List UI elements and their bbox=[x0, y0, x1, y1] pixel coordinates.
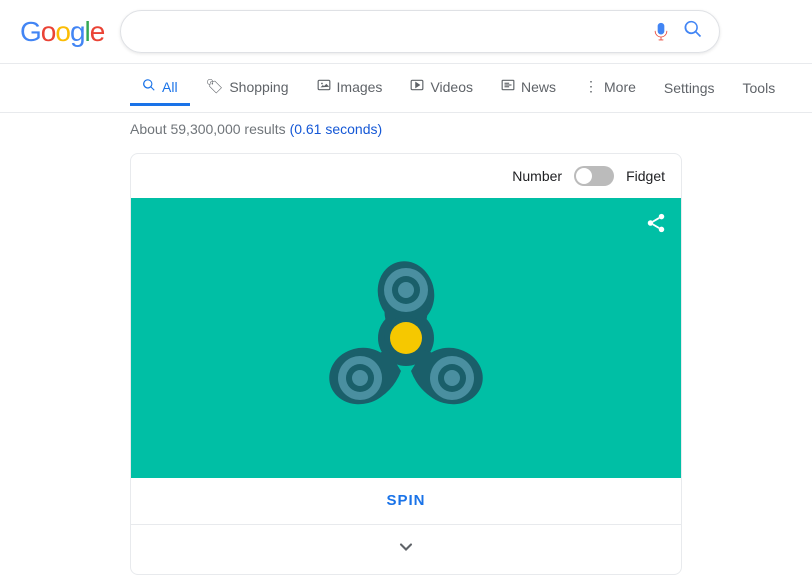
logo-o1: o bbox=[41, 16, 56, 48]
spinner-card: Number Fidget bbox=[130, 153, 682, 575]
search-icons bbox=[651, 19, 703, 44]
tab-shopping-label: Shopping bbox=[229, 79, 288, 95]
results-count: About 59,300,000 results bbox=[130, 121, 286, 137]
google-logo[interactable]: Google bbox=[20, 16, 104, 48]
header: Google Fidget Spinner bbox=[0, 0, 812, 64]
share-icon[interactable] bbox=[645, 212, 667, 240]
card-header: Number Fidget bbox=[131, 154, 681, 198]
nav-right: Settings Tools bbox=[652, 72, 787, 104]
nav-tabs: All 🏷 Shopping Images Videos News ⋮ More… bbox=[0, 64, 812, 113]
tab-images-label: Images bbox=[337, 79, 383, 95]
tab-shopping[interactable]: 🏷 Shopping bbox=[194, 70, 301, 106]
images-icon bbox=[317, 78, 331, 95]
expand-chevron-icon bbox=[396, 541, 416, 561]
chevron-area[interactable] bbox=[131, 525, 681, 574]
fidget-spinner-graphic[interactable] bbox=[306, 238, 506, 438]
spin-button-area: SPIN bbox=[131, 478, 681, 525]
toggle-label-fidget: Fidget bbox=[626, 168, 665, 184]
search-button[interactable] bbox=[683, 19, 703, 44]
tab-videos[interactable]: Videos bbox=[398, 70, 485, 106]
microphone-icon[interactable] bbox=[651, 22, 671, 42]
settings-link[interactable]: Settings bbox=[652, 72, 727, 104]
logo-o2: o bbox=[55, 16, 70, 48]
tab-images[interactable]: Images bbox=[305, 70, 395, 106]
results-time: (0.61 seconds) bbox=[290, 121, 383, 137]
mode-toggle[interactable] bbox=[574, 166, 614, 186]
tab-all-label: All bbox=[162, 79, 178, 95]
tab-videos-label: Videos bbox=[430, 79, 473, 95]
logo-e: e bbox=[90, 16, 105, 48]
search-input[interactable]: Fidget Spinner bbox=[137, 23, 651, 41]
news-icon bbox=[501, 78, 515, 95]
tab-all[interactable]: All bbox=[130, 70, 190, 106]
videos-icon bbox=[410, 78, 424, 95]
search-bar: Fidget Spinner bbox=[120, 10, 720, 53]
all-icon bbox=[142, 78, 156, 95]
tab-news-label: News bbox=[521, 79, 556, 95]
spinner-area bbox=[131, 198, 681, 478]
spin-button[interactable]: SPIN bbox=[386, 492, 425, 509]
toggle-label-number: Number bbox=[512, 168, 562, 184]
logo-g2: g bbox=[70, 16, 85, 48]
tab-news[interactable]: News bbox=[489, 70, 568, 106]
shopping-icon: 🏷 bbox=[206, 78, 224, 95]
results-info: About 59,300,000 results (0.61 seconds) bbox=[0, 113, 812, 141]
more-dots-icon: ⋮ bbox=[584, 78, 598, 95]
logo-g: G bbox=[20, 16, 41, 48]
tools-link[interactable]: Tools bbox=[731, 72, 788, 104]
tab-more[interactable]: ⋮ More bbox=[572, 70, 648, 106]
tab-more-label: More bbox=[604, 79, 636, 95]
